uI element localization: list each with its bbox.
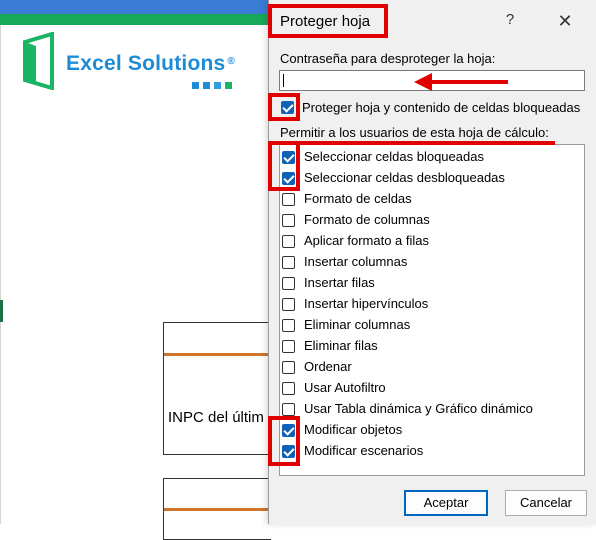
permission-item[interactable]: Insertar filas xyxy=(280,273,580,294)
annotation-box-modify xyxy=(268,416,300,466)
permission-item[interactable]: Seleccionar celdas bloqueadas xyxy=(280,147,580,168)
annotation-arrow-head xyxy=(414,73,432,91)
permission-label: Insertar filas xyxy=(304,275,375,290)
permission-item[interactable]: Eliminar filas xyxy=(280,336,580,357)
permission-item[interactable]: Formato de columnas xyxy=(280,210,580,231)
excel-solutions-logo: Excel Solutions ® xyxy=(22,32,262,94)
table-cell-block-2 xyxy=(163,478,271,540)
permission-label: Insertar hipervínculos xyxy=(304,296,429,311)
cancel-button[interactable]: Cancelar xyxy=(505,490,587,516)
permission-item[interactable]: Insertar hipervínculos xyxy=(280,294,580,315)
permission-label: Formato de celdas xyxy=(304,191,412,206)
permission-checkbox[interactable] xyxy=(282,214,295,227)
cell-accent-line-2 xyxy=(164,508,271,511)
permission-label: Seleccionar celdas desbloqueadas xyxy=(304,170,505,185)
grid-line xyxy=(0,25,1,524)
permission-checkbox[interactable] xyxy=(282,319,295,332)
permission-checkbox[interactable] xyxy=(282,298,295,311)
permission-checkbox[interactable] xyxy=(282,382,295,395)
permission-label: Insertar columnas xyxy=(304,254,408,269)
permission-label: Ordenar xyxy=(304,359,352,374)
annotation-box-title xyxy=(268,4,388,38)
allow-users-label: Permitir a los usuarios de esta hoja de … xyxy=(280,125,549,140)
ribbon-strip xyxy=(0,0,270,14)
cell-accent-line xyxy=(164,353,271,356)
permission-label: Eliminar filas xyxy=(304,338,378,353)
permission-label: Formato de columnas xyxy=(304,212,430,227)
permission-label: Aplicar formato a filas xyxy=(304,233,429,248)
annotation-arrow-line xyxy=(430,80,508,84)
permission-label: Modificar escenarios xyxy=(304,443,424,458)
permission-label: Usar Tabla dinámica y Gráfico dinámico xyxy=(304,401,533,416)
logo-door-icon xyxy=(23,32,54,90)
annotation-box-protect xyxy=(268,93,300,121)
cell-text: INPC del últim xyxy=(168,409,264,426)
logo-dots xyxy=(192,82,232,89)
permission-checkbox[interactable] xyxy=(282,235,295,248)
table-cell-block: INPC del últim xyxy=(163,322,271,455)
password-label: Contraseña para desproteger la hoja: xyxy=(280,51,496,66)
permission-item[interactable]: Usar Autofiltro xyxy=(280,378,580,399)
permission-item[interactable]: Usar Tabla dinámica y Gráfico dinámico xyxy=(280,399,580,420)
permission-checkbox[interactable] xyxy=(282,256,295,269)
close-button[interactable]: ✕ xyxy=(554,10,576,32)
text-caret xyxy=(283,74,284,87)
permission-label: Usar Autofiltro xyxy=(304,380,386,395)
row-selection-marker xyxy=(0,300,3,322)
permission-item[interactable]: Modificar escenarios xyxy=(280,441,580,462)
permission-label: Seleccionar celdas bloqueadas xyxy=(304,149,484,164)
permission-item[interactable]: Ordenar xyxy=(280,357,580,378)
logo-text: Excel Solutions ® xyxy=(66,52,235,75)
permission-checkbox[interactable] xyxy=(282,361,295,374)
header-band xyxy=(0,14,270,25)
permission-label: Eliminar columnas xyxy=(304,317,411,332)
permission-checkbox[interactable] xyxy=(282,340,295,353)
annotation-underline xyxy=(268,141,555,145)
permission-item[interactable]: Aplicar formato a filas xyxy=(280,231,580,252)
protect-sheet-dialog: Proteger hoja ? ✕ Contraseña para despro… xyxy=(268,0,596,524)
permission-checkbox[interactable] xyxy=(282,277,295,290)
permission-label: Modificar objetos xyxy=(304,422,403,437)
permission-item[interactable]: Modificar objetos xyxy=(280,420,580,441)
protect-sheet-label: Proteger hoja y contenido de celdas bloq… xyxy=(302,100,581,115)
help-button[interactable]: ? xyxy=(502,11,518,33)
logo-registered-mark: ® xyxy=(227,56,235,67)
permission-item[interactable]: Eliminar columnas xyxy=(280,315,580,336)
ok-button[interactable]: Aceptar xyxy=(404,490,488,516)
permission-checkbox[interactable] xyxy=(282,193,295,206)
spreadsheet-background: Excel Solutions ® INPC del últim xyxy=(0,0,271,540)
permission-item[interactable]: Formato de celdas xyxy=(280,189,580,210)
permission-checkbox[interactable] xyxy=(282,403,295,416)
permission-item[interactable]: Insertar columnas xyxy=(280,252,580,273)
annotation-box-select xyxy=(268,141,300,191)
permissions-list[interactable]: Seleccionar celdas bloqueadas Seleccionar… xyxy=(279,144,585,476)
permission-item[interactable]: Seleccionar celdas desbloqueadas xyxy=(280,168,580,189)
